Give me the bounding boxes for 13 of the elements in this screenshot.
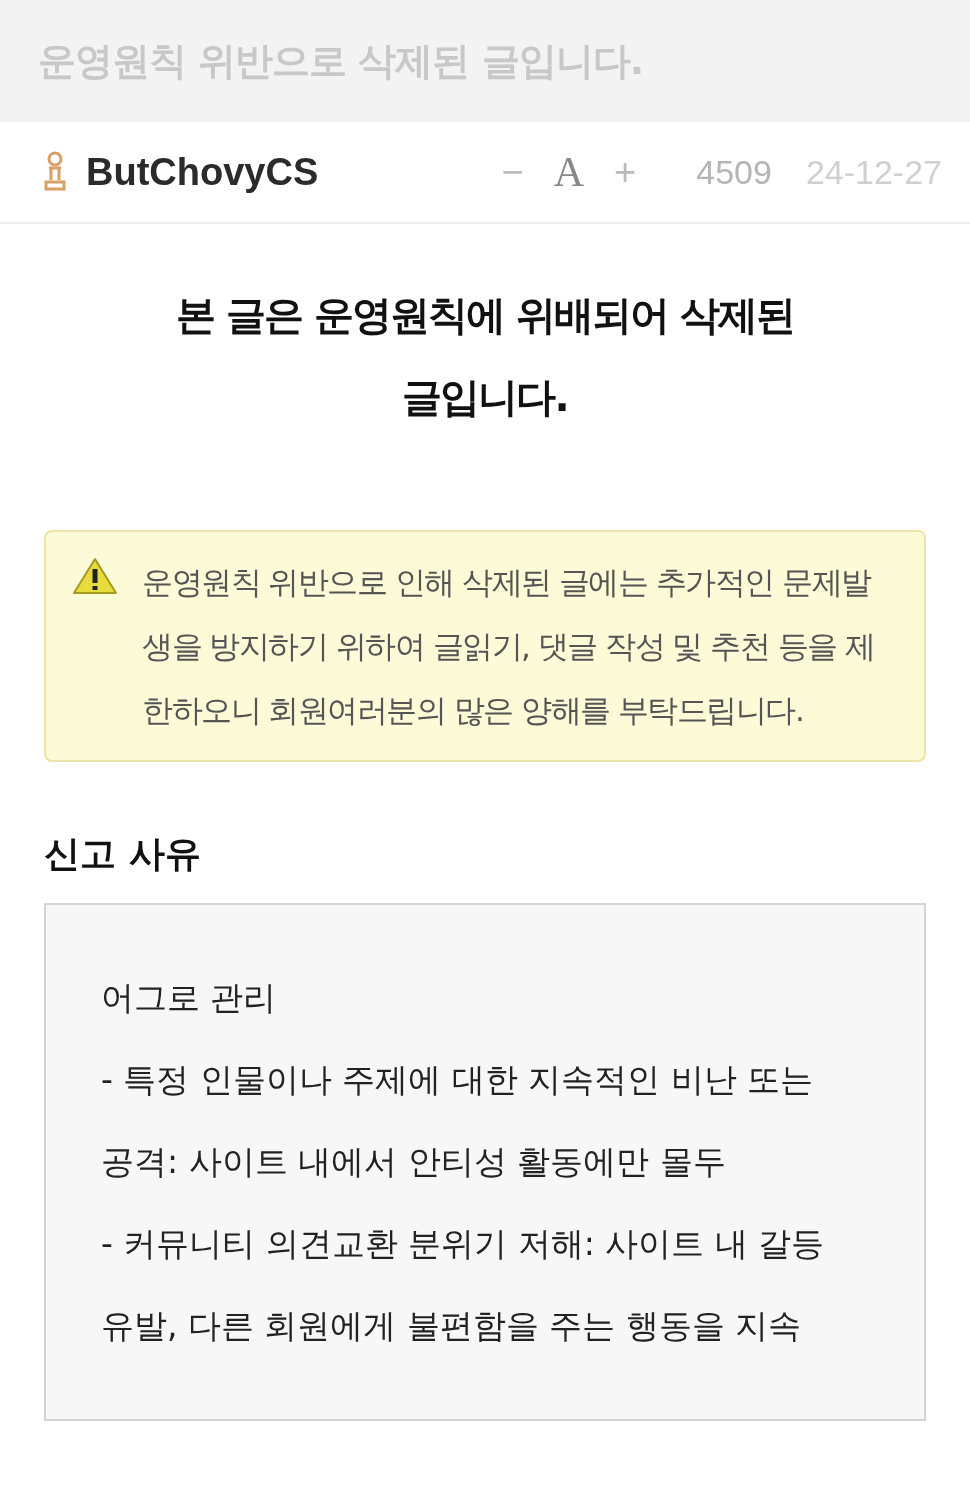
font-size-button[interactable]: A: [549, 148, 589, 196]
report-reason-text: - 특정 인물이나 주제에 대한 지속적인 비난 또는 공격: 사이트 내에서 안티성 활동에만 몰두: [101, 1059, 815, 1183]
author-name[interactable]: ButChovyCS: [86, 150, 319, 194]
report-reason-text: - 커뮤니티 의견교환 분위기 저해: 사이트 내 갈등 유발, 다른 회원에게 불편함을 주는 행동을 지속: [101, 1223, 826, 1347]
view-count: 4509: [696, 152, 772, 192]
report-reason-text: 어그로 관리: [101, 977, 278, 1019]
warning-text: 운영원칙 위반으로 인해 삭제된 글에는 추가적인 문제발생을 방지하기 위하여 글읽기, 댓글 작성 및 추천 등을 제한하오니 회원여러분의 많은 양해를 부탁드립니다.: [142, 563, 876, 730]
deleted-notice-heading: 본 글은 운영원칙에 위배되어 삭제된: [175, 291, 795, 340]
deleted-notice-heading: 글입니다.: [401, 373, 569, 422]
warning-icon: [72, 556, 118, 596]
font-size-button[interactable]: +: [610, 150, 641, 194]
report-reason-heading: 신고 사유: [44, 832, 202, 876]
font-size-button[interactable]: −: [497, 150, 528, 194]
